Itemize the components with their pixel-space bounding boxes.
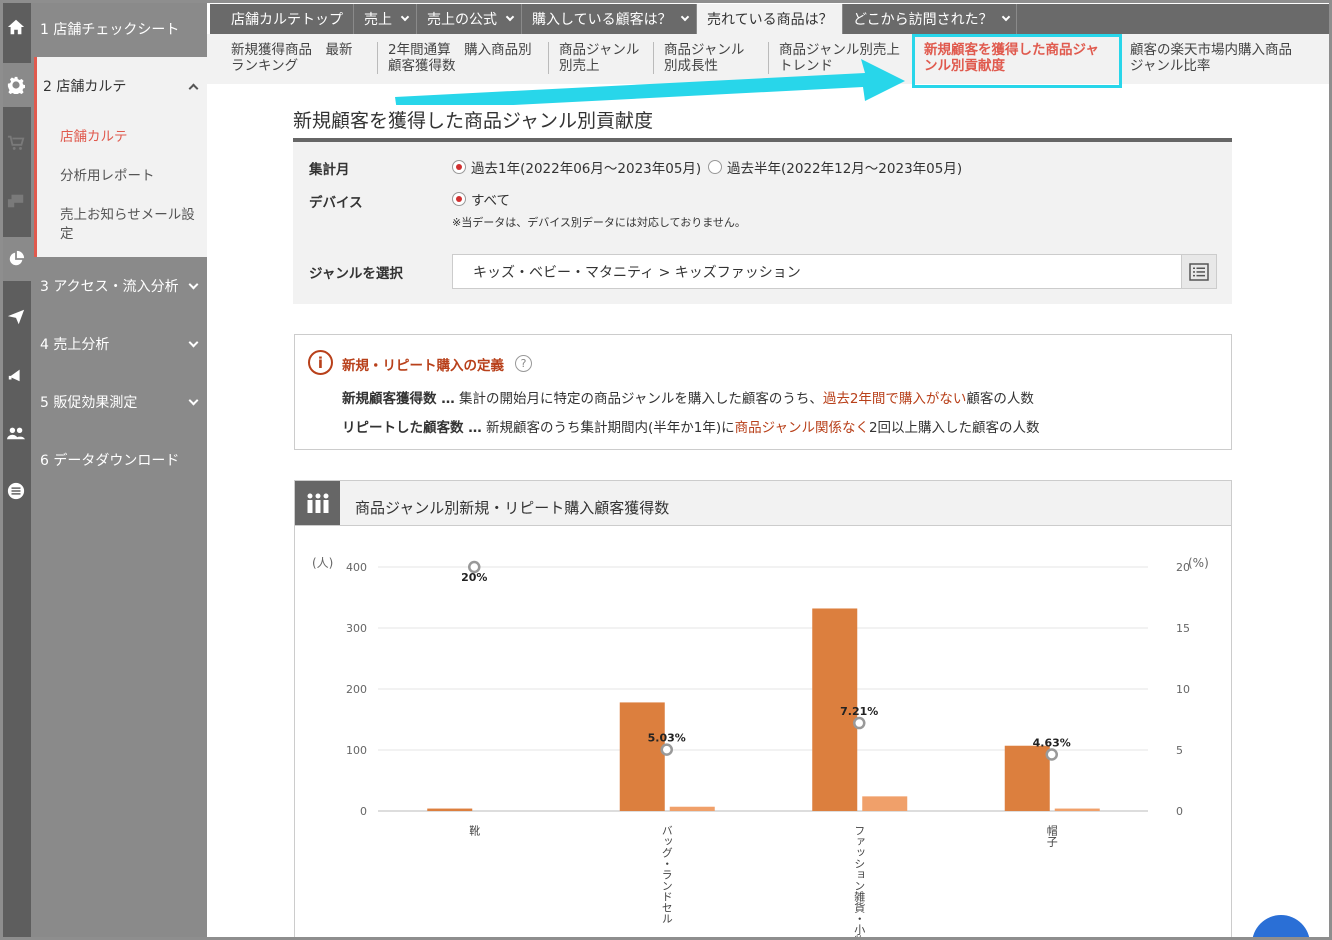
- icon-rail: [0, 0, 31, 940]
- y-right-tick-label: 5: [1176, 744, 1183, 757]
- period-radio-1year[interactable]: 過去1年(2022年06月～2023年05月): [452, 157, 701, 177]
- definition-new-customers: 新規顧客獲得数 … 集計の開始月に特定の商品ジャンルを購入した顧客のうち、過去2…: [342, 391, 1034, 407]
- bar-repeat-customers: [669, 806, 715, 811]
- sidebar-item-access-analysis[interactable]: 3 アクセス・流入分析: [31, 257, 207, 315]
- info-icon: i: [308, 350, 333, 375]
- devices-icon[interactable]: [0, 179, 31, 223]
- rate-label: 20%: [461, 571, 487, 584]
- y-tick-label: 200: [346, 683, 367, 696]
- bar-repeat-customers: [862, 796, 908, 811]
- home-icon[interactable]: [0, 5, 31, 49]
- rate-label: 5.03%: [648, 732, 686, 745]
- device-label: デバイス: [309, 195, 363, 211]
- y-axis-unit-right: (%): [1188, 556, 1209, 570]
- tab-customers[interactable]: 購入している顧客は？: [522, 4, 697, 34]
- people-group-icon: [295, 481, 340, 525]
- people-icon[interactable]: [0, 411, 31, 455]
- sidebar-subitem-store-karte[interactable]: 店舗カルテ: [60, 128, 206, 147]
- bar-new-customers: [619, 702, 665, 811]
- rate-label: 7.21%: [840, 705, 878, 718]
- chevron-down-icon: [1001, 12, 1010, 22]
- help-icon[interactable]: ?: [515, 355, 532, 372]
- megaphone-icon[interactable]: [0, 353, 31, 397]
- bar-new-customers: [1004, 745, 1050, 811]
- genre-label: ジャンルを選択: [309, 266, 403, 282]
- chart-section-title: 商品ジャンル別新規・リピート購入顧客獲得数: [355, 499, 670, 517]
- y-right-tick-label: 10: [1176, 683, 1190, 696]
- genre-select-input[interactable]: キッズ・ベビー・マタニティ > キッズファッション: [452, 254, 1217, 289]
- tab-visit-source[interactable]: どこから訪問された？: [843, 4, 1017, 34]
- pie-chart-icon[interactable]: [0, 237, 31, 281]
- sidebar-item-store-karte[interactable]: 2 店舗カルテ: [37, 57, 207, 115]
- chevron-down-icon: [188, 337, 199, 348]
- sidebar-subitem-sales-mail-setting[interactable]: 売上お知らせメール設定: [60, 206, 206, 244]
- chevron-down-icon: [188, 395, 199, 406]
- tab-store-karte-top[interactable]: 店舗カルテトップ: [221, 4, 354, 34]
- chevron-up-icon: [188, 83, 199, 94]
- bar-repeat-customers: [1054, 808, 1100, 811]
- y-right-tick-label: 15: [1176, 622, 1190, 635]
- tab-sales[interactable]: 売上: [354, 4, 417, 34]
- annotation-arrow: [395, 59, 905, 105]
- subtab-genre-ratio[interactable]: 顧客の楽天市場内購入商品 ジャンル比率: [1130, 42, 1292, 74]
- y-tick-label: 300: [346, 622, 367, 635]
- sidebar-item-data-download[interactable]: 6 データダウンロード: [31, 431, 207, 489]
- definition-repeat-customers: リピートした顧客数 … 新規顧客のうち集計期間内(半年か1年)に商品ジャンル関係…: [342, 420, 1040, 436]
- tab-sales-formula[interactable]: 売上の公式: [417, 4, 522, 34]
- sidebar-item-promotion[interactable]: 5 販促効果測定: [31, 373, 207, 431]
- x-category-label: 帽子: [1045, 825, 1058, 847]
- radio-unselected-icon: [708, 160, 722, 174]
- y-right-tick-label: 0: [1176, 805, 1183, 818]
- definition-title: 新規・リピート購入の定義: [342, 358, 504, 374]
- y-tick-label: 100: [346, 744, 367, 757]
- list-icon[interactable]: [0, 469, 31, 513]
- genre-bar-chart: 010020030040005101520(人) (%)靴20%バッグ・ランドセル…: [312, 556, 1209, 937]
- chevron-down-icon: [680, 12, 689, 22]
- rate-point: [853, 716, 866, 730]
- rate-label: 4.63%: [1033, 737, 1071, 750]
- tab-selling-products[interactable]: 売れている商品は？: [697, 4, 843, 34]
- cart-icon[interactable]: [0, 121, 31, 165]
- device-note: ※当データは、デバイス別データには対応しておりません。: [452, 216, 746, 229]
- rate-point: [1045, 748, 1058, 761]
- sidebar-item-check-sheet[interactable]: 1 店舗チェックシート: [31, 0, 207, 58]
- gear-icon[interactable]: [0, 63, 31, 107]
- chevron-down-icon: [505, 12, 515, 22]
- highlight-box: [912, 34, 1122, 88]
- x-category-label: バッグ・ランドセル: [660, 825, 673, 924]
- sidebar-item-sales-analysis[interactable]: 4 売上分析: [31, 315, 207, 373]
- y-axis-unit-left: (人): [312, 556, 333, 570]
- rate-point: [660, 743, 673, 756]
- radio-selected-icon: [452, 160, 466, 174]
- send-icon[interactable]: [0, 295, 31, 339]
- period-label: 集計月: [309, 162, 350, 178]
- sidebar-section-store-karte: 2 店舗カルテ 店舗カルテ 分析用レポート 売上お知らせメール設定: [34, 57, 207, 257]
- bar-new-customers: [427, 808, 473, 811]
- genre-list-button[interactable]: [1181, 254, 1217, 289]
- subtab-new-ranking[interactable]: 新規獲得商品 最新 ランキング: [231, 42, 353, 74]
- chevron-down-icon: [400, 12, 410, 22]
- sidebar-subitem-analysis-report[interactable]: 分析用レポート: [60, 167, 206, 186]
- page-title: 新規顧客を獲得した商品ジャンル別貢献度: [293, 110, 654, 132]
- x-category-label: 靴: [468, 824, 481, 837]
- y-tick-label: 400: [346, 561, 367, 574]
- floating-action-button[interactable]: [1252, 915, 1310, 940]
- y-tick-label: 0: [360, 805, 367, 818]
- sidebar: 1 店舗チェックシート 2 店舗カルテ 店舗カルテ 分析用レポート 売上お知らせ…: [31, 0, 207, 940]
- period-radio-halfyear[interactable]: 過去半年(2022年12月～2023年05月): [708, 157, 962, 177]
- x-category-label: ファッション雑貨・小物: [853, 825, 866, 937]
- radio-selected-icon: [452, 192, 466, 206]
- device-radio-all[interactable]: すべて: [452, 189, 510, 209]
- list-icon: [1189, 262, 1209, 281]
- chevron-down-icon: [188, 279, 199, 290]
